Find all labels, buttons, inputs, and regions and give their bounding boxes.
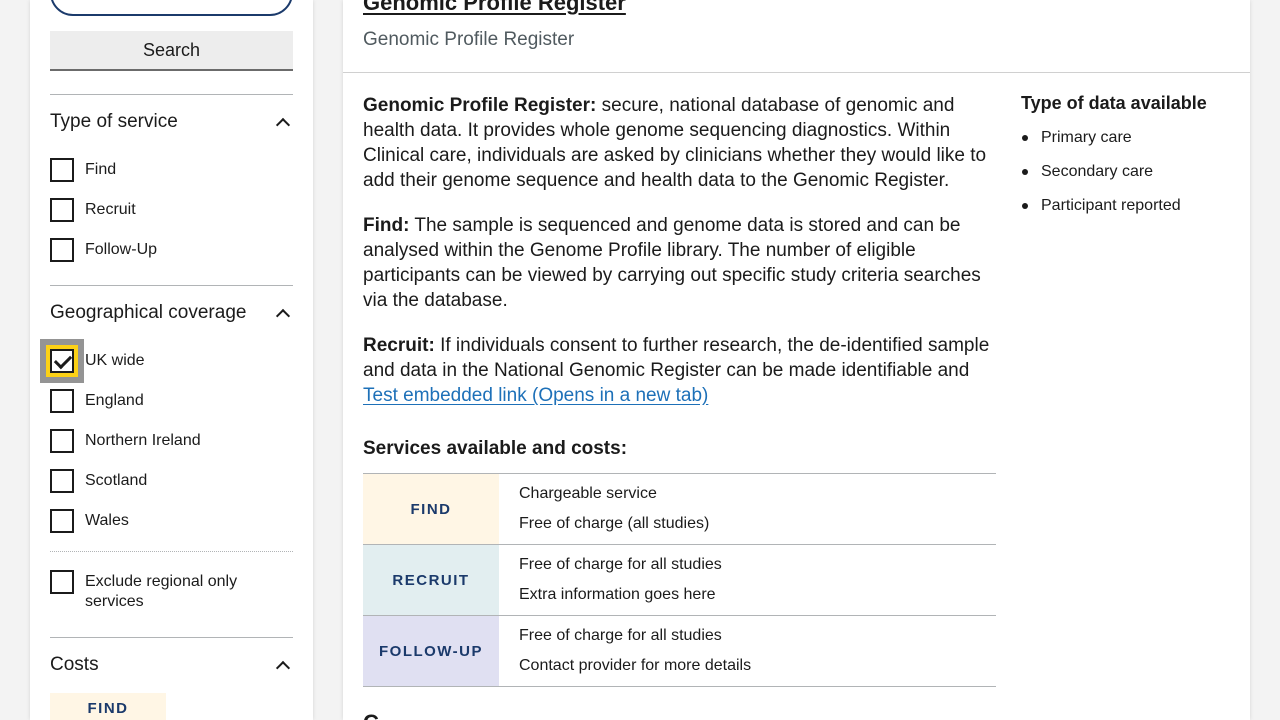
- provider-subtitle: Genomic Profile Register: [363, 29, 575, 50]
- service-row-follow-up: FOLLOW-UP Free of charge for all studies…: [363, 616, 996, 687]
- divider: [50, 637, 293, 638]
- search-input[interactable]: [52, 0, 291, 14]
- data-types-panel: Type of data available Primary care Seco…: [1021, 93, 1231, 230]
- checkbox-label: Find: [85, 161, 117, 178]
- divider: [50, 94, 293, 95]
- geographical-coverage-heading: Geographical coverage: [50, 302, 247, 323]
- checkbox-label: England: [85, 392, 144, 409]
- checkbox-recruit[interactable]: Recruit: [50, 198, 293, 222]
- service-row-recruit: RECRUIT Free of charge for all studies E…: [363, 545, 996, 616]
- next-section-heading: C: [363, 710, 379, 720]
- checkbox-label: Wales: [85, 512, 129, 529]
- service-line: Free of charge for all studies: [519, 627, 722, 644]
- checkbox-label: Follow-Up: [85, 241, 158, 258]
- service-line: Free of charge for all studies: [519, 556, 722, 573]
- service-line: Free of charge (all studies): [519, 515, 710, 532]
- service-row-find: FIND Chargeable service Free of charge (…: [363, 474, 996, 545]
- list-item: Participant reported: [1021, 196, 1231, 216]
- service-tag: FIND: [363, 474, 499, 544]
- services-heading: Services available and costs:: [363, 438, 628, 459]
- provider-title-link[interactable]: Genomic Profile Register: [363, 0, 626, 16]
- checkbox-box[interactable]: [50, 238, 74, 262]
- checkbox-northern-ireland[interactable]: Northern Ireland: [50, 429, 293, 453]
- find-label: Find:: [363, 215, 410, 236]
- find-paragraph: Find: The sample is sequenced and genome…: [363, 213, 999, 313]
- checkbox-follow-up[interactable]: Follow-Up: [50, 238, 293, 262]
- checkbox-wales[interactable]: Wales: [50, 509, 293, 533]
- filter-sidebar: Search Type of service Find Recruit Foll…: [30, 0, 313, 720]
- checkbox-box[interactable]: [50, 198, 74, 222]
- provider-card: Genomic Profile Register Genomic Profile…: [343, 0, 1250, 720]
- recruit-paragraph: Recruit: If individuals consent to furth…: [363, 333, 999, 408]
- checkbox-box[interactable]: [50, 429, 74, 453]
- find-text: The sample is sequenced and genome data …: [363, 215, 981, 311]
- costs-toggle[interactable]: Costs: [50, 650, 293, 680]
- list-item: Primary care: [1021, 128, 1231, 148]
- service-line: Contact provider for more details: [519, 657, 752, 674]
- divider: [50, 285, 293, 286]
- service-tag: RECRUIT: [363, 545, 499, 615]
- checkbox-box[interactable]: [50, 389, 74, 413]
- geographical-coverage-toggle[interactable]: Geographical coverage: [50, 298, 293, 328]
- chevron-up-icon: [277, 116, 289, 128]
- focus-ring: [40, 339, 84, 383]
- recruit-label: Recruit:: [363, 335, 435, 356]
- checkbox-label: UK wide: [85, 352, 145, 369]
- type-of-service-toggle[interactable]: Type of service: [50, 107, 293, 137]
- checkbox-label: Northern Ireland: [85, 432, 201, 449]
- intro-paragraph: Genomic Profile Register: secure, nation…: [363, 93, 999, 193]
- embedded-link[interactable]: Test embedded link (Opens in a new tab): [363, 385, 708, 406]
- service-info: Free of charge for all studies Extra inf…: [499, 545, 996, 615]
- service-line: Chargeable service: [519, 485, 657, 502]
- data-types-list: Primary care Secondary care Participant …: [1021, 128, 1231, 216]
- checkbox-find[interactable]: Find: [50, 158, 293, 182]
- checkbox-focus-wrapper: [40, 339, 84, 383]
- checkbox-scotland[interactable]: Scotland: [50, 469, 293, 493]
- checkbox-box-checked[interactable]: [50, 349, 74, 373]
- checkbox-box[interactable]: [50, 570, 74, 594]
- checkbox-uk-wide[interactable]: UK wide: [40, 339, 293, 383]
- checkbox-label: Recruit: [85, 201, 136, 218]
- list-item: Secondary care: [1021, 162, 1231, 182]
- checkbox-box[interactable]: [50, 509, 74, 533]
- header-divider: [343, 72, 1250, 73]
- chevron-up-icon: [277, 659, 289, 671]
- data-types-heading: Type of data available: [1021, 93, 1207, 113]
- divider: [50, 551, 293, 552]
- cost-find-tag: FIND: [50, 693, 166, 720]
- page: Search Type of service Find Recruit Foll…: [0, 0, 1280, 720]
- service-info: Free of charge for all studies Contact p…: [499, 616, 996, 686]
- search-button[interactable]: Search: [50, 31, 293, 71]
- description: Genomic Profile Register: secure, nation…: [363, 93, 999, 428]
- checkbox-label: Exclude regional only services: [85, 573, 238, 610]
- checkbox-label: Scotland: [85, 472, 148, 489]
- service-tag: FOLLOW-UP: [363, 616, 499, 686]
- service-line: Extra information goes here: [519, 586, 716, 603]
- services-table: FIND Chargeable service Free of charge (…: [363, 473, 996, 687]
- search-input-wrapper: [50, 0, 293, 16]
- costs-heading: Costs: [50, 654, 99, 675]
- checkbox-england[interactable]: England: [50, 389, 293, 413]
- type-of-service-heading: Type of service: [50, 111, 178, 132]
- recruit-text: If individuals consent to further resear…: [363, 335, 990, 381]
- service-info: Chargeable service Free of charge (all s…: [499, 474, 996, 544]
- chevron-up-icon: [277, 307, 289, 319]
- checkbox-box[interactable]: [50, 469, 74, 493]
- checkbox-box[interactable]: [50, 158, 74, 182]
- intro-label: Genomic Profile Register:: [363, 95, 597, 116]
- checkbox-exclude-regional[interactable]: Exclude regional only services: [50, 570, 293, 612]
